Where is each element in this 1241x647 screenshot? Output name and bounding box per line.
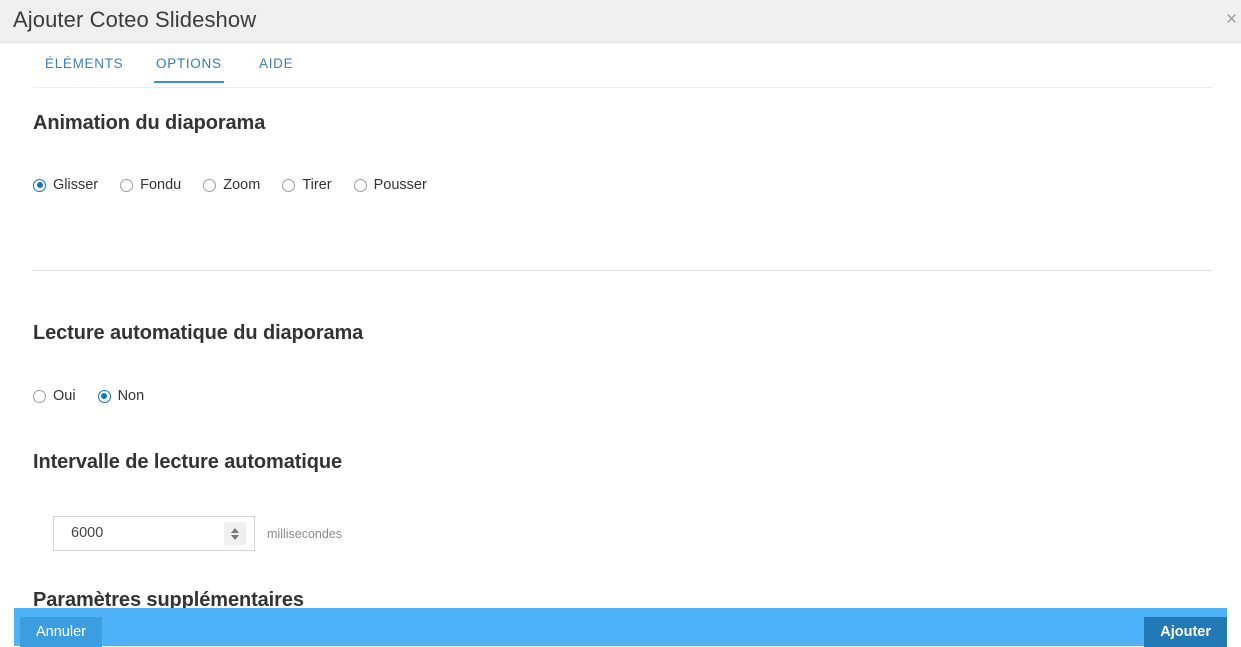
radio-label: Oui bbox=[53, 388, 76, 404]
tab-bar: ÉLÉMENTS OPTIONS AIDE bbox=[33, 54, 1213, 88]
page-title: Ajouter Coteo Slideshow bbox=[13, 7, 257, 32]
spinner-down-icon[interactable] bbox=[231, 534, 239, 540]
radio-label: Pousser bbox=[373, 177, 427, 193]
radio-option-tirer[interactable]: Tirer bbox=[282, 177, 332, 193]
section-heading-animation: Animation du diaporama bbox=[33, 112, 266, 134]
radio-icon bbox=[120, 178, 134, 192]
radio-icon bbox=[97, 389, 111, 403]
interval-input-value: 6000 bbox=[71, 525, 104, 541]
section-heading-autoplay: Lecture automatique du diaporama bbox=[33, 322, 364, 344]
radio-group-autoplay: Oui Non bbox=[33, 386, 166, 406]
modal-footer: Annuler Ajouter bbox=[14, 608, 1227, 647]
radio-label: Fondu bbox=[140, 177, 182, 193]
radio-option-non[interactable]: Non bbox=[97, 388, 145, 404]
radio-option-pousser[interactable]: Pousser bbox=[353, 177, 427, 193]
radio-label: Zoom bbox=[223, 177, 261, 193]
radio-label: Non bbox=[117, 388, 145, 404]
tab-aide[interactable]: AIDE bbox=[257, 54, 295, 81]
radio-option-glisser[interactable]: Glisser bbox=[33, 177, 98, 193]
tab-options[interactable]: OPTIONS bbox=[154, 54, 224, 83]
section-divider bbox=[33, 270, 1213, 271]
close-icon[interactable]: × bbox=[1226, 9, 1241, 31]
radio-icon bbox=[33, 389, 46, 403]
spinner-updown-icon[interactable] bbox=[224, 522, 246, 545]
interval-control-row: 6000 millisecondes bbox=[53, 516, 342, 551]
spinner-up-icon[interactable] bbox=[231, 527, 239, 533]
section-heading-interval: Intervalle de lecture automatique bbox=[33, 451, 343, 473]
radio-label: Tirer bbox=[302, 177, 332, 193]
interval-input[interactable]: 6000 bbox=[53, 516, 255, 551]
radio-option-zoom[interactable]: Zoom bbox=[203, 177, 260, 193]
radio-icon bbox=[353, 178, 367, 192]
radio-option-fondu[interactable]: Fondu bbox=[120, 177, 181, 193]
interval-unit-label: millisecondes bbox=[267, 526, 343, 541]
modal-header: Ajouter Coteo Slideshow × bbox=[0, 0, 1241, 43]
cancel-button[interactable]: Annuler bbox=[20, 617, 102, 647]
radio-label: Glisser bbox=[53, 177, 99, 193]
radio-group-animation: Glisser Fondu Zoom Tirer Pousser bbox=[33, 175, 449, 195]
radio-icon bbox=[203, 178, 217, 192]
submit-button[interactable]: Ajouter bbox=[1144, 617, 1227, 647]
tab-elements[interactable]: ÉLÉMENTS bbox=[43, 54, 125, 81]
radio-icon bbox=[282, 178, 296, 192]
radio-icon bbox=[33, 178, 46, 192]
radio-option-oui[interactable]: Oui bbox=[33, 388, 76, 404]
modal-body: ÉLÉMENTS OPTIONS AIDE Animation du diapo… bbox=[0, 44, 1241, 646]
